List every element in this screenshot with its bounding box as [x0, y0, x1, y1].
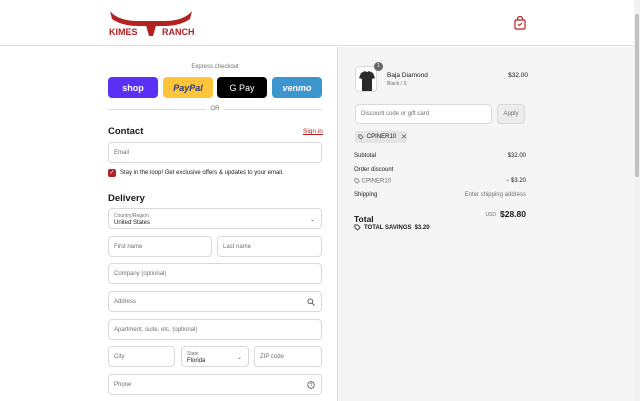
- city-field[interactable]: City: [108, 346, 175, 367]
- newsletter-checkbox[interactable]: ✓: [108, 169, 116, 177]
- tag-icon: [354, 178, 360, 184]
- apartment-placeholder: Apartment, suite, etc. (optional): [114, 327, 198, 333]
- kimes-ranch-logo[interactable]: KIMES RANCH: [108, 9, 194, 37]
- total-amount: $28.80: [500, 209, 526, 219]
- last-name-field[interactable]: Last name: [217, 236, 322, 257]
- scrollbar[interactable]: [634, 0, 640, 401]
- savings-label: TOTAL SAVINGS: [364, 224, 412, 231]
- order-discount-label: Order discount: [354, 167, 394, 173]
- discount-tag-label: CPINER10: [366, 134, 397, 140]
- apartment-field[interactable]: Apartment, suite, etc. (optional): [108, 319, 322, 340]
- scrollbar-thumb[interactable]: [635, 14, 639, 177]
- google-pay-button[interactable]: G Pay: [217, 77, 267, 98]
- remove-discount-icon[interactable]: ✕: [401, 133, 407, 141]
- discount-tag: CPINER10 ✕: [355, 131, 407, 143]
- state-label: State: [187, 351, 199, 357]
- city-placeholder: City: [114, 354, 125, 360]
- or-divider: OR: [108, 105, 322, 115]
- paypal-button[interactable]: PayPal: [163, 77, 213, 98]
- discount-amount: − $3.20: [505, 178, 526, 184]
- sign-in-link[interactable]: Sign in: [303, 128, 323, 135]
- discount-placeholder: Discount code or gift card: [361, 111, 430, 117]
- shipping-value: Enter shipping address: [464, 192, 526, 198]
- shipping-row: Shipping Enter shipping address: [354, 192, 526, 198]
- search-icon: [307, 298, 315, 306]
- first-name-field[interactable]: First name: [108, 236, 212, 257]
- company-placeholder: Company (optional): [114, 271, 167, 277]
- cart-bag-icon[interactable]: [513, 16, 527, 30]
- shipping-label: Shipping: [354, 192, 378, 198]
- first-name-placeholder: First name: [114, 244, 143, 250]
- discount-code-row: CPINER10 − $3.20: [354, 178, 526, 185]
- zip-placeholder: ZIP code: [260, 354, 284, 360]
- or-label: OR: [210, 106, 220, 112]
- subtotal-row: Subtotal $32.00: [354, 153, 526, 159]
- total-label: Total: [354, 214, 374, 224]
- email-placeholder: Email: [114, 150, 130, 156]
- discount-code-label: CPINER10: [361, 178, 392, 185]
- phone-placeholder: Phone: [114, 382, 132, 388]
- product-price: $32.00: [508, 72, 528, 79]
- chevron-down-icon: ⌄: [236, 355, 242, 361]
- country-value: United States: [114, 220, 151, 226]
- email-field[interactable]: Email: [108, 142, 322, 163]
- apply-button[interactable]: Apply: [497, 104, 525, 124]
- last-name-placeholder: Last name: [223, 244, 252, 250]
- phone-field[interactable]: Phone ?: [108, 374, 322, 395]
- express-checkout-label: Express checkout: [191, 64, 239, 70]
- state-select[interactable]: State Florida ⌄: [181, 346, 249, 367]
- delivery-title: Delivery: [108, 193, 145, 204]
- address-field[interactable]: Address: [108, 291, 322, 312]
- savings-amount: $3.20: [414, 224, 430, 231]
- shirt-image: [359, 71, 375, 91]
- tag-icon: [358, 134, 364, 140]
- newsletter-label: Stay in the loop! Get exclusive offers &…: [120, 170, 284, 176]
- discount-code-input[interactable]: Discount code or gift card: [355, 104, 492, 124]
- contact-title: Contact: [108, 126, 144, 137]
- tag-icon: [354, 224, 361, 231]
- svg-text:KIMES: KIMES: [109, 27, 138, 37]
- svg-text:RANCH: RANCH: [162, 27, 194, 37]
- venmo-button[interactable]: venmo: [272, 77, 322, 98]
- chevron-down-icon: ⌄: [309, 217, 315, 223]
- country-select[interactable]: Country/Region United States ⌄: [108, 208, 322, 229]
- subtotal-label: Subtotal: [354, 153, 377, 159]
- country-label: Country/Region: [114, 213, 149, 219]
- company-field[interactable]: Company (optional): [108, 263, 322, 284]
- product-name: Baja Diamond: [387, 72, 428, 79]
- zip-field[interactable]: ZIP code: [254, 346, 322, 367]
- product-variant: Black / S: [387, 81, 407, 87]
- currency-label: USD: [485, 212, 496, 218]
- shop-pay-button[interactable]: shop: [108, 77, 158, 98]
- help-icon[interactable]: ?: [307, 381, 315, 389]
- product-thumbnail: [355, 66, 377, 92]
- header: KIMES RANCH: [0, 0, 634, 46]
- quantity-badge: 1: [374, 62, 383, 71]
- address-placeholder: Address: [114, 299, 137, 305]
- svg-text:?: ?: [310, 383, 313, 389]
- subtotal-value: $32.00: [507, 153, 526, 159]
- total-savings: TOTAL SAVINGS $3.20: [354, 224, 430, 231]
- order-discount-row: Order discount: [354, 167, 526, 173]
- state-value: Florida: [187, 358, 206, 364]
